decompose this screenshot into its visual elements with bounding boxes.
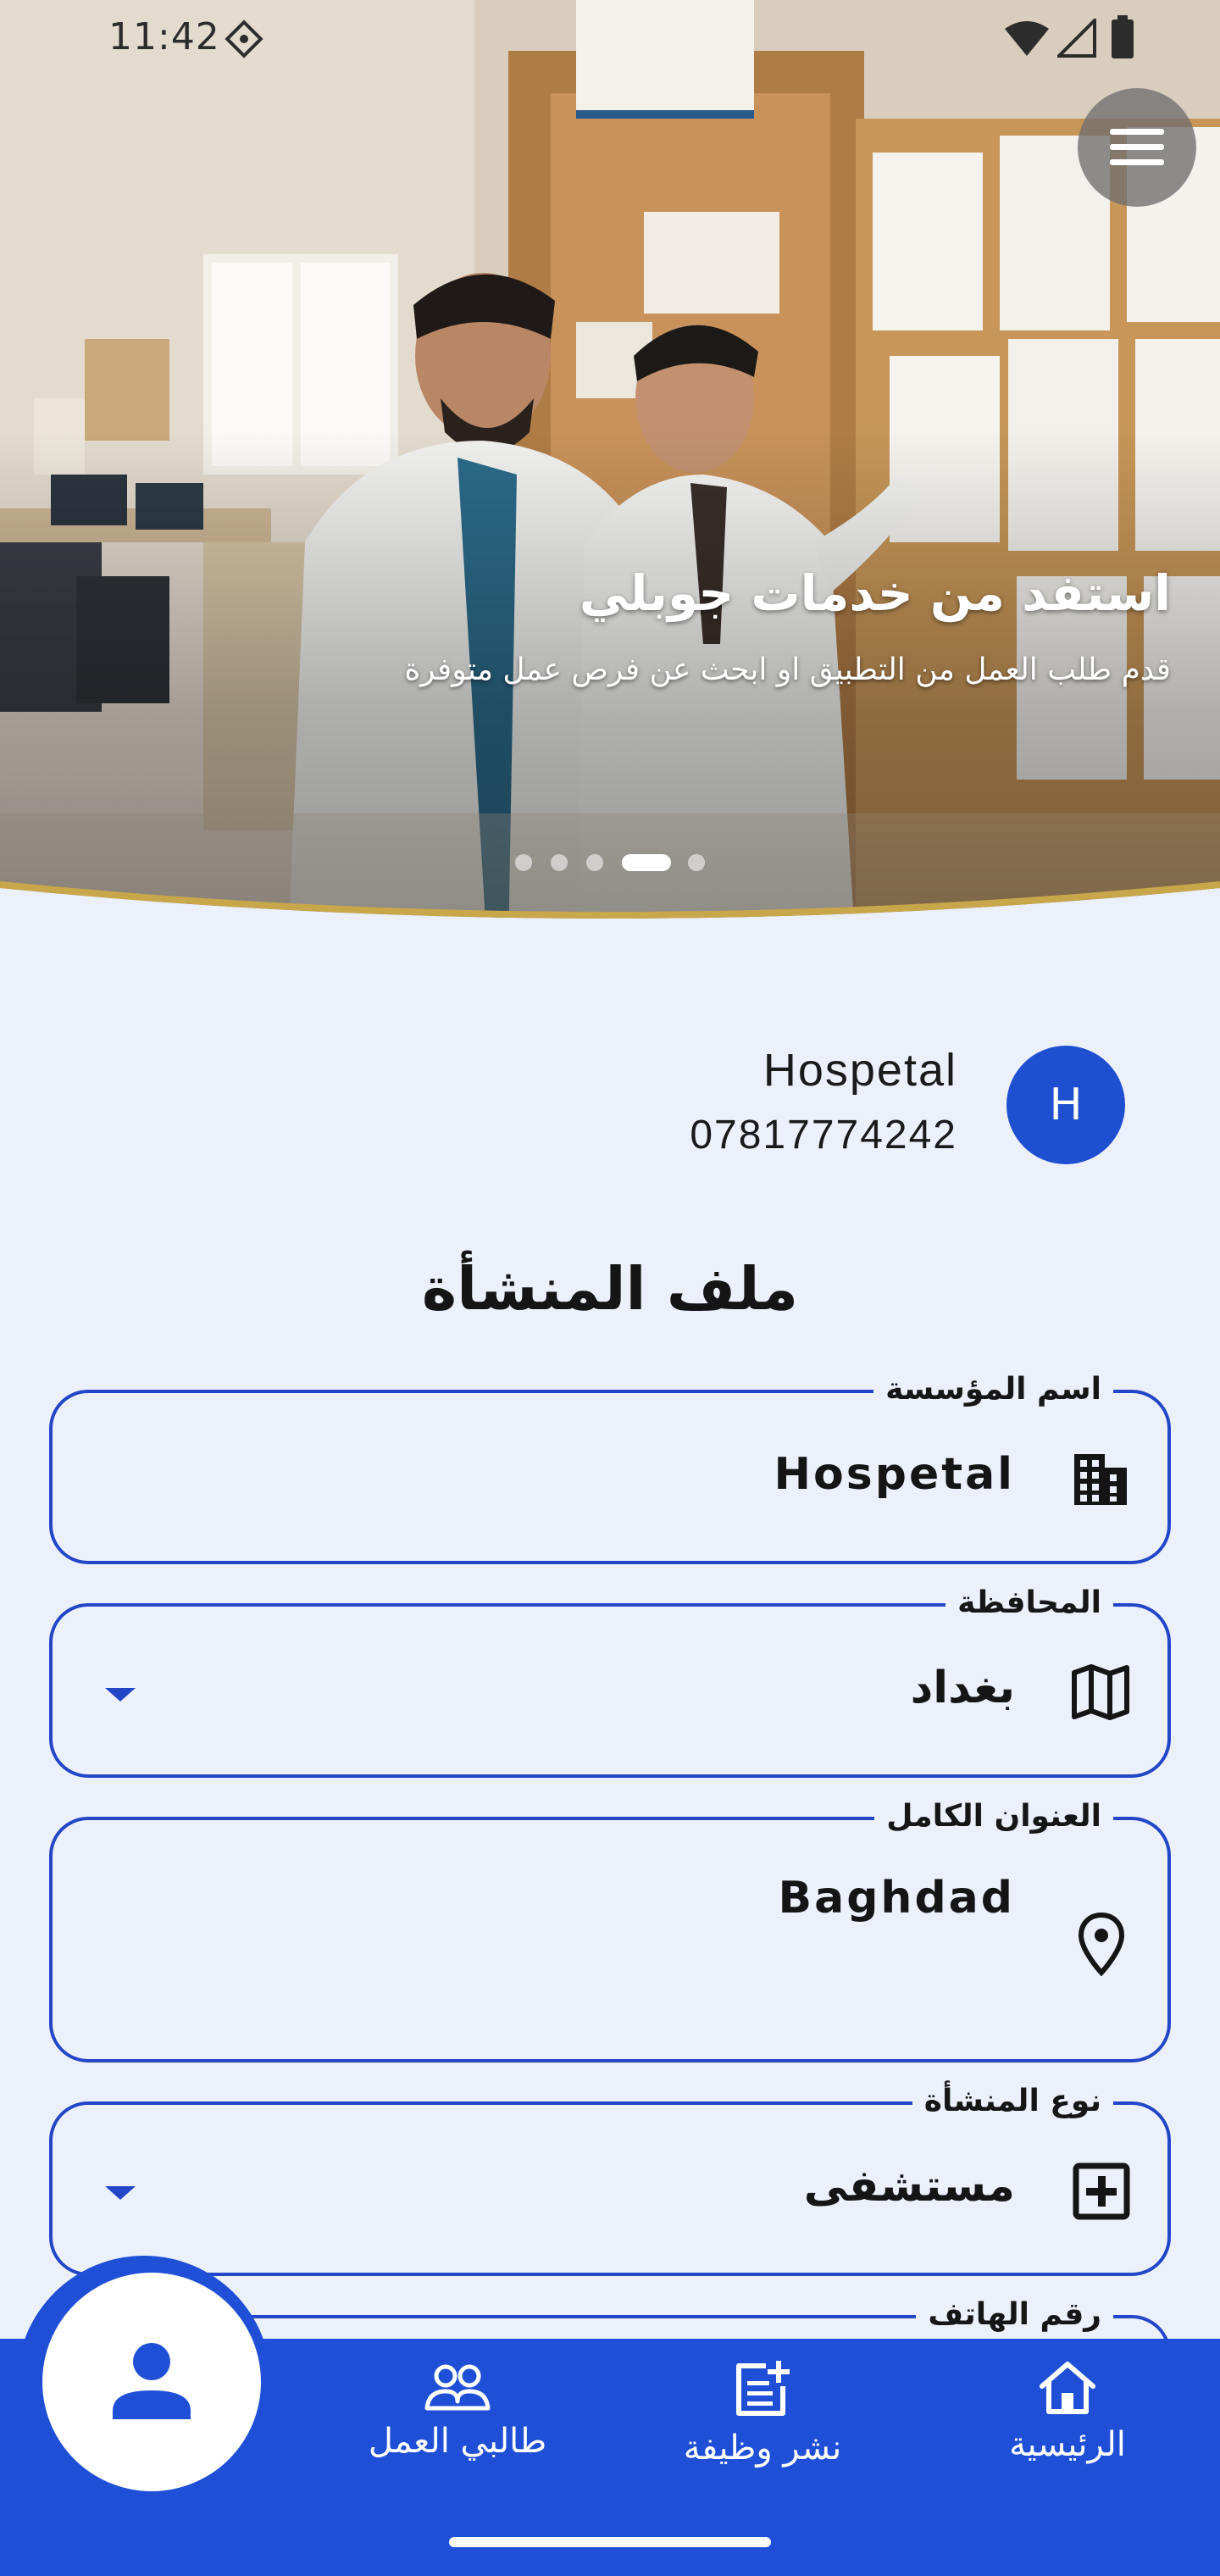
profile-name: Hospetal — [762, 1045, 957, 1096]
hero-gradient-overlay — [0, 0, 1220, 949]
home-icon — [1040, 2362, 1095, 2414]
institution-name-label: اسم المؤسسة — [873, 1368, 1113, 1412]
phone-label: رقم الهاتف — [916, 2293, 1113, 2337]
menu-button[interactable] — [1078, 88, 1196, 207]
hero-subtitle: قدم طلب العمل من التطبيق او ابحث عن فرص … — [404, 652, 1171, 687]
address-value: Baghdad — [778, 1873, 1015, 1924]
nav-post-job-label: نشر وظيفة — [683, 2429, 842, 2468]
status-time: 11:42 — [108, 15, 220, 58]
institution-name-field[interactable]: اسم المؤسسة Hospetal — [49, 1368, 1171, 1564]
dropdown-arrow-icon — [105, 2186, 136, 2200]
carousel-dot[interactable] — [551, 854, 568, 871]
home-indicator[interactable] — [449, 2537, 771, 2547]
nav-post-job[interactable]: نشر وظيفة — [644, 2339, 881, 2534]
governorate-dropdown[interactable]: المحافظة بغداد — [49, 1581, 1171, 1778]
status-bar: 11:42 — [0, 0, 1220, 76]
nav-job-seekers[interactable]: طالبي العمل — [339, 2339, 576, 2534]
building-icon — [1074, 1454, 1127, 1505]
facility-type-label: نوع المنشأة — [912, 2079, 1113, 2124]
profile-fab-button[interactable] — [42, 2273, 261, 2491]
hero-banner[interactable]: استفد من خدمات جوبلي قدم طلب العمل من ال… — [0, 0, 1220, 949]
carousel-dot-active[interactable] — [622, 854, 671, 871]
dropdown-arrow-icon — [105, 1688, 136, 1702]
carousel-indicator — [0, 852, 1220, 873]
carousel-dot[interactable] — [688, 854, 705, 871]
governorate-label: المحافظة — [946, 1581, 1113, 1625]
avatar: H — [1006, 1046, 1125, 1164]
location-diamond-icon — [225, 19, 263, 58]
hero-title: استفد من خدمات جوبلي — [579, 564, 1171, 622]
signal-icon — [1057, 19, 1096, 58]
people-group-icon — [424, 2364, 491, 2411]
address-field[interactable]: العنوان الكامل Baghdad — [49, 1795, 1171, 2062]
profile-phone: 07817774242 — [690, 1113, 957, 1158]
nav-home-label: الرئيسية — [1009, 2425, 1126, 2464]
carousel-dot[interactable] — [515, 854, 532, 871]
medical-plus-icon — [1073, 2162, 1130, 2220]
location-pin-icon — [1078, 1912, 1125, 1976]
facility-type-value: مستشفى — [803, 2161, 1015, 2212]
institution-name-value: Hospetal — [774, 1449, 1015, 1500]
page-title: ملف المنشأة — [421, 1254, 799, 1324]
wifi-icon — [1005, 21, 1049, 56]
nav-home[interactable]: الرئيسية — [949, 2339, 1186, 2534]
hamburger-menu-icon — [1110, 129, 1164, 165]
address-label: العنوان الكامل — [874, 1795, 1113, 1839]
governorate-value: بغداد — [910, 1663, 1015, 1713]
facility-type-dropdown[interactable]: نوع المنشأة مستشفى — [49, 2079, 1171, 2276]
carousel-dot[interactable] — [586, 854, 603, 871]
battery-icon — [1112, 15, 1134, 58]
person-icon — [113, 2343, 191, 2419]
map-icon — [1072, 1664, 1129, 1720]
nav-job-seekers-label: طالبي العمل — [368, 2422, 547, 2461]
post-add-icon — [736, 2361, 790, 2416]
